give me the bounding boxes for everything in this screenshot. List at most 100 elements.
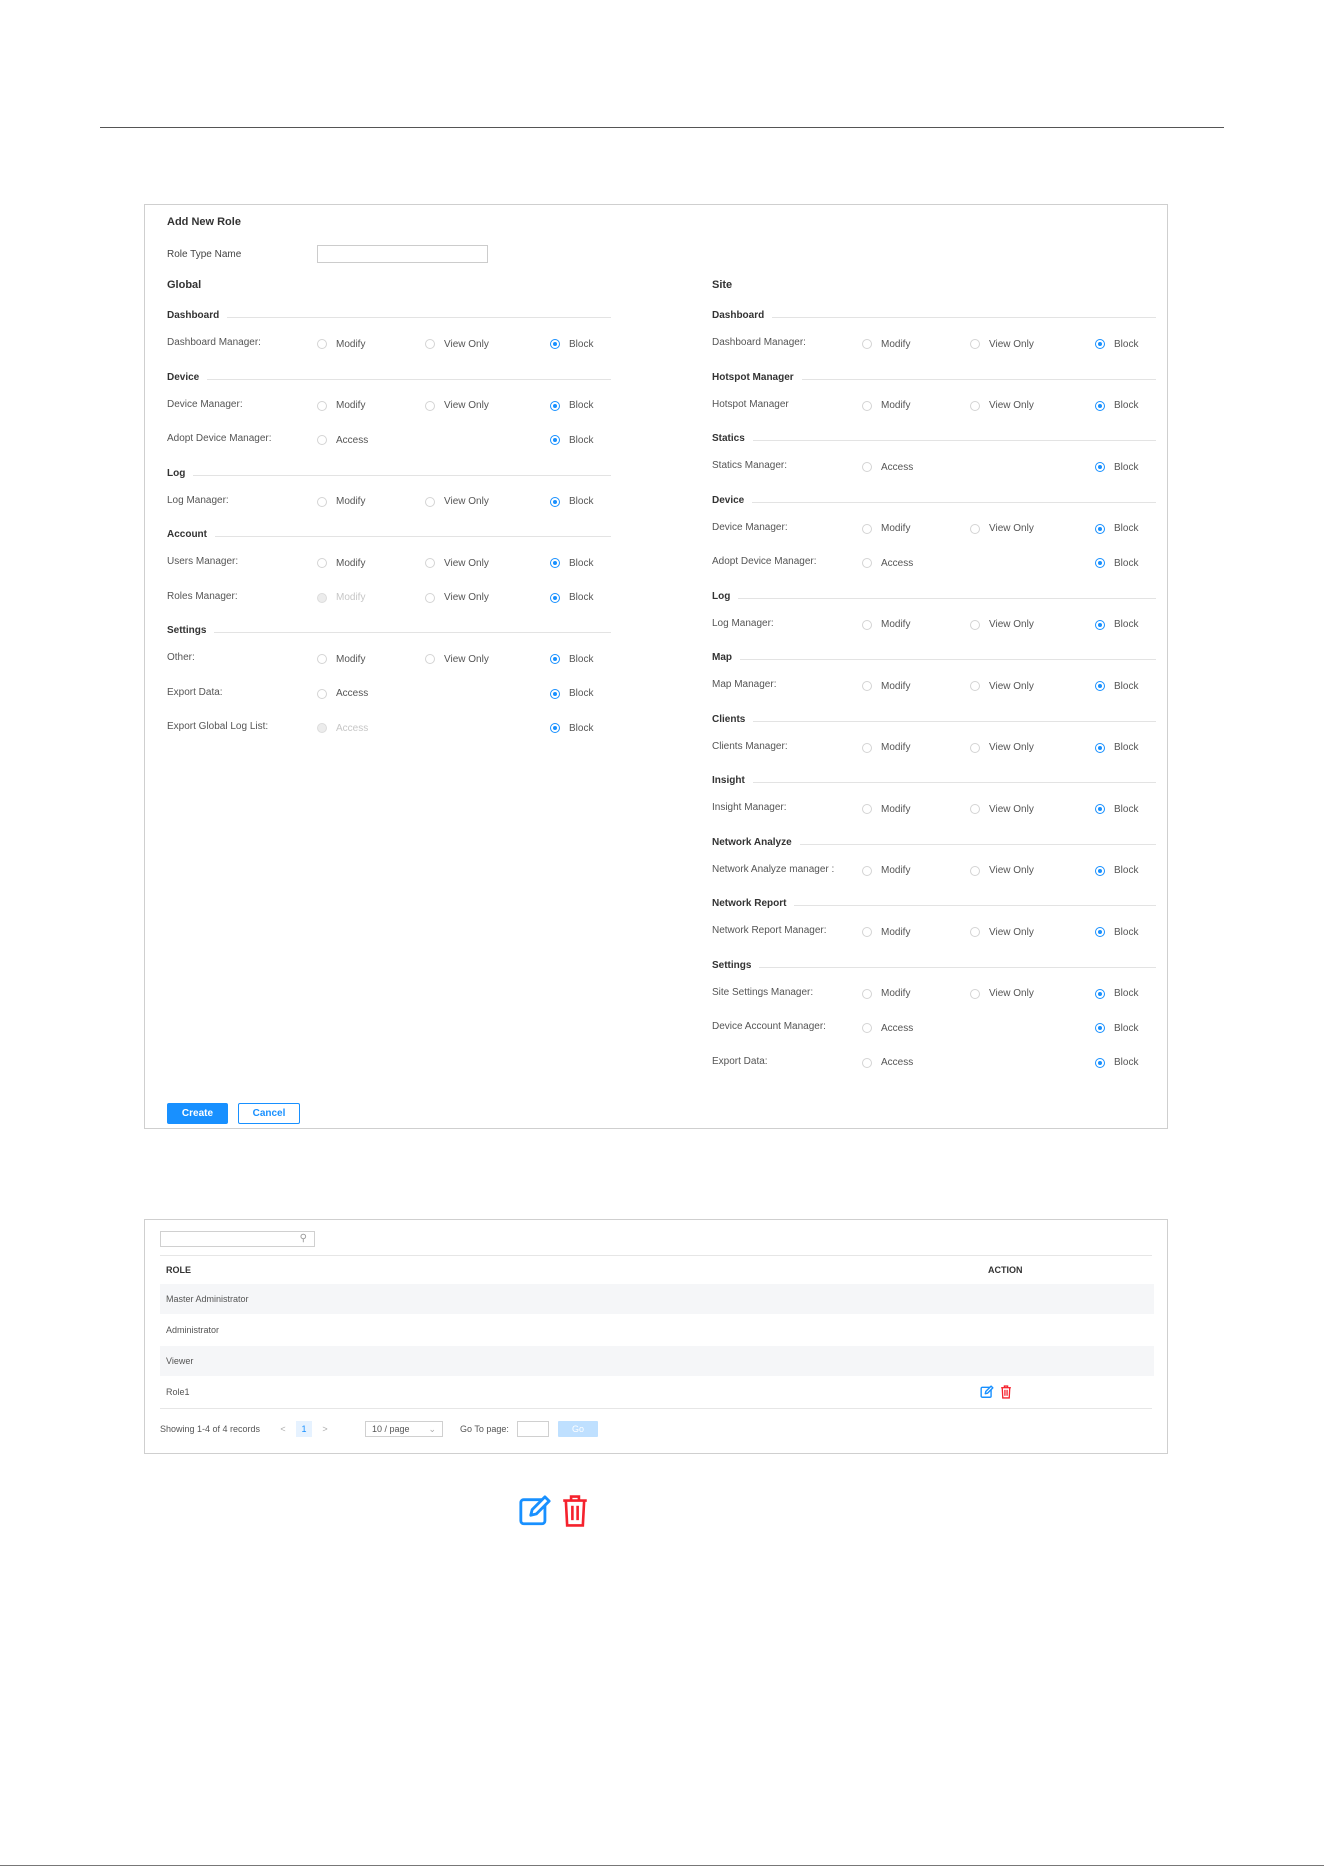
section-hotspot-manager: Hotspot Manager xyxy=(712,371,1156,388)
radio-block[interactable]: Block xyxy=(550,591,593,605)
radio-block[interactable]: Block xyxy=(1095,864,1138,878)
radio-view-only[interactable]: View Only xyxy=(970,741,1034,755)
radio-block[interactable]: Block xyxy=(550,556,593,570)
permission-label: Device Manager: xyxy=(712,521,788,533)
radio-block[interactable]: Block xyxy=(1095,741,1138,755)
radio-modify[interactable]: Modify xyxy=(862,618,910,632)
radio-unchecked-icon xyxy=(862,1057,872,1068)
radio-label: Access xyxy=(881,461,914,473)
table-row: Master Administrator xyxy=(160,1284,1154,1314)
radio-modify[interactable]: Modify xyxy=(317,495,365,509)
radio-modify[interactable]: Modify xyxy=(862,802,910,816)
radio-view-only[interactable]: View Only xyxy=(970,864,1034,878)
edit-icon[interactable] xyxy=(980,1385,994,1399)
prev-page-button[interactable]: < xyxy=(275,1421,291,1437)
radio-view-only[interactable]: View Only xyxy=(425,337,489,351)
section-divider xyxy=(712,966,1156,968)
role-type-name-input[interactable] xyxy=(317,245,488,263)
radio-block[interactable]: Block xyxy=(550,433,593,447)
radio-modify[interactable]: Modify xyxy=(317,399,365,413)
radio-modify[interactable]: Modify xyxy=(862,987,910,1001)
section-account: Account xyxy=(167,529,611,545)
radio-modify[interactable]: Modify xyxy=(862,337,910,351)
radio-modify[interactable]: Modify xyxy=(862,864,910,878)
go-button[interactable]: Go xyxy=(558,1421,598,1437)
radio-modify[interactable]: Modify xyxy=(862,741,910,755)
create-button[interactable]: Create xyxy=(167,1103,228,1124)
section-title: Insight xyxy=(712,775,753,786)
radio-block[interactable]: Block xyxy=(550,652,593,666)
radio-block[interactable]: Block xyxy=(1095,925,1138,939)
radio-block[interactable]: Block xyxy=(1095,460,1138,474)
radio-block[interactable]: Block xyxy=(1095,337,1138,351)
radio-unchecked-icon xyxy=(970,927,980,937)
next-page-button[interactable]: > xyxy=(317,1421,333,1437)
radio-access[interactable]: Access xyxy=(862,1021,913,1035)
permission-row: Dashboard Manager: Modify View Only Block xyxy=(167,337,611,351)
radio-checked-icon xyxy=(1095,400,1105,411)
radio-modify[interactable]: Modify xyxy=(317,652,365,666)
radio-block[interactable]: Block xyxy=(1095,1056,1138,1070)
radio-block[interactable]: Block xyxy=(1095,399,1138,413)
radio-view-only[interactable]: View Only xyxy=(970,925,1034,939)
radio-view-only[interactable]: View Only xyxy=(425,591,489,605)
radio-block[interactable]: Block xyxy=(550,687,593,701)
search-input[interactable]: ⚲ xyxy=(160,1231,315,1247)
radio-access[interactable]: Access xyxy=(317,687,368,701)
radio-label: Block xyxy=(569,434,594,446)
radio-view-only[interactable]: View Only xyxy=(970,337,1034,351)
radio-access[interactable]: Access xyxy=(862,460,913,474)
radio-unchecked-icon xyxy=(317,435,327,445)
radio-block[interactable]: Block xyxy=(550,399,593,413)
radio-modify[interactable]: Modify xyxy=(862,522,910,536)
radio-modify[interactable]: Modify xyxy=(862,679,910,693)
radio-view-only[interactable]: View Only xyxy=(970,522,1034,536)
cancel-button[interactable]: Cancel xyxy=(238,1103,300,1124)
radio-block[interactable]: Block xyxy=(1095,987,1138,1001)
delete-icon[interactable] xyxy=(1000,1385,1012,1399)
section-dashboard: Dashboard xyxy=(167,310,611,326)
radio-view-only[interactable]: View Only xyxy=(970,399,1034,413)
permission-row: Device Account Manager: Access Block xyxy=(712,1021,1156,1035)
radio-checked-icon xyxy=(1095,1023,1105,1033)
radio-block[interactable]: Block xyxy=(550,495,593,509)
radio-label: Modify xyxy=(881,865,911,876)
radio-block[interactable]: Block xyxy=(1095,522,1138,536)
radio-view-only[interactable]: View Only xyxy=(970,987,1034,1001)
radio-block[interactable]: Block xyxy=(550,721,593,735)
radio-block[interactable]: Block xyxy=(1095,679,1138,693)
radio-unchecked-icon xyxy=(425,592,435,603)
permission-label: Dashboard Manager: xyxy=(712,337,806,348)
radio-view-only[interactable]: View Only xyxy=(970,618,1034,632)
radio-label: Access xyxy=(336,722,369,734)
radio-view-only[interactable]: View Only xyxy=(970,679,1034,693)
radio-view-only[interactable]: View Only xyxy=(425,399,489,413)
section-map: Map xyxy=(712,652,1156,668)
section-divider xyxy=(712,782,1156,783)
radio-unchecked-icon xyxy=(425,339,435,349)
radio-block[interactable]: Block xyxy=(1095,1021,1138,1035)
radio-block[interactable]: Block xyxy=(1095,556,1138,570)
radio-access[interactable]: Access xyxy=(317,433,368,447)
radio-view-only[interactable]: View Only xyxy=(970,802,1034,816)
radio-view-only[interactable]: View Only xyxy=(425,556,489,570)
radio-view-only[interactable]: View Only xyxy=(425,652,489,666)
radio-block[interactable]: Block xyxy=(1095,618,1138,632)
radio-modify[interactable]: Modify xyxy=(317,337,365,351)
permission-row: Log Manager: Modify View Only Block xyxy=(167,495,611,509)
radio-unchecked-icon xyxy=(862,804,872,814)
radio-modify[interactable]: Modify xyxy=(862,399,910,413)
radio-view-only[interactable]: View Only xyxy=(425,495,489,509)
radio-unchecked-icon xyxy=(317,688,327,699)
radio-access[interactable]: Access xyxy=(862,1056,913,1070)
page-1-button[interactable]: 1 xyxy=(296,1421,312,1437)
radio-access[interactable]: Access xyxy=(862,556,913,570)
radio-checked-icon xyxy=(1095,804,1105,814)
page-size-select[interactable]: 10 / page ⌄ xyxy=(365,1421,443,1437)
radio-block[interactable]: Block xyxy=(550,337,593,351)
radio-block[interactable]: Block xyxy=(1095,802,1138,816)
permission-row: Roles Manager: Modify View Only Block xyxy=(167,591,611,605)
go-to-page-input[interactable] xyxy=(517,1421,549,1437)
radio-modify[interactable]: Modify xyxy=(862,925,910,939)
radio-modify[interactable]: Modify xyxy=(317,556,365,570)
